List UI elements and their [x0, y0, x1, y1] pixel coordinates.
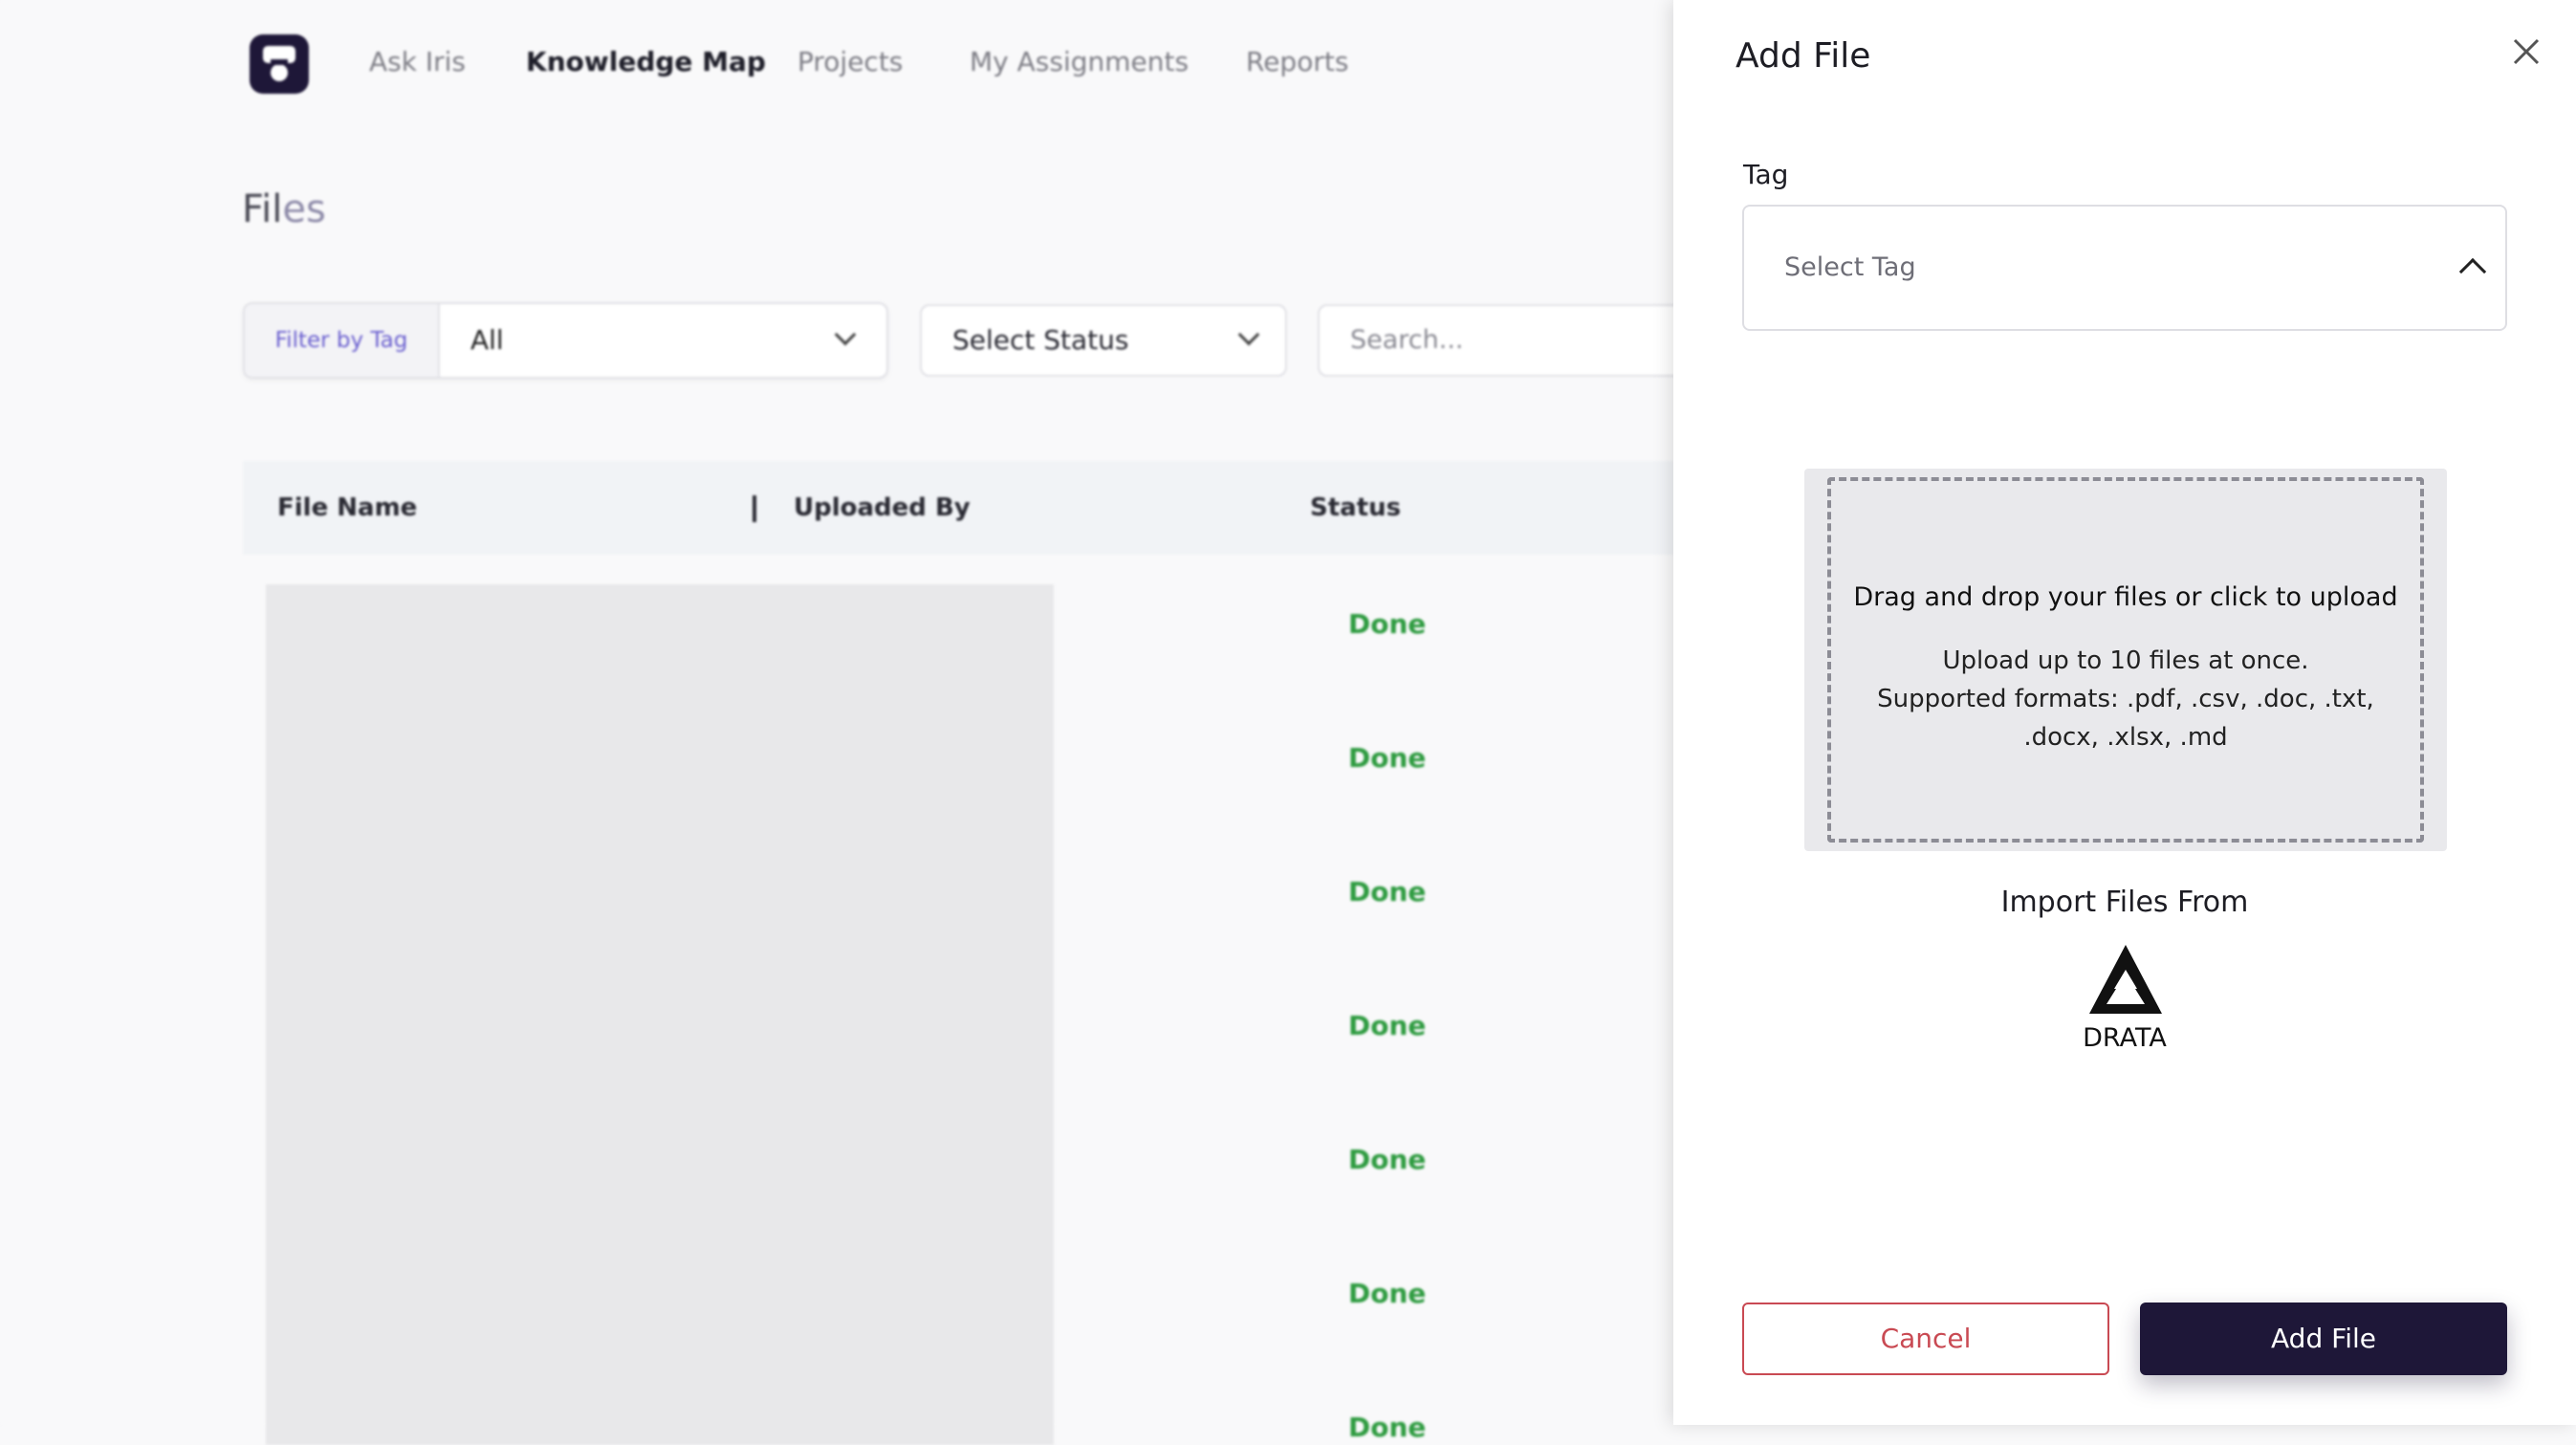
chevron-up-icon — [2458, 257, 2487, 286]
status-badge: Done — [1348, 608, 1427, 640]
nav-knowledge-map[interactable]: Knowledge Map — [526, 46, 766, 77]
status-badge: Done — [1348, 876, 1427, 908]
status-badge: Done — [1348, 1412, 1427, 1443]
nav-projects[interactable]: Projects — [797, 46, 903, 77]
files-page-background: Ask Iris Knowledge Map Projects My Assig… — [0, 0, 1700, 1445]
tag-select[interactable]: Select Tag — [1742, 205, 2507, 331]
page-title-fade: es — [282, 187, 326, 231]
table-header: File Name Uploaded By Status — [243, 461, 1696, 555]
drata-logo-icon[interactable] — [2085, 941, 2166, 1027]
nav-my-assignments[interactable]: My Assignments — [970, 46, 1189, 77]
close-icon[interactable] — [2507, 33, 2545, 71]
chevron-down-icon — [834, 323, 857, 346]
status-badge: Done — [1348, 1278, 1427, 1309]
loading-placeholder — [266, 584, 1054, 1445]
tag-select-placeholder: Select Tag — [1784, 252, 1916, 282]
page-title: Files — [242, 187, 326, 231]
column-file-name[interactable]: File Name — [277, 461, 417, 555]
tag-filter[interactable]: Filter by Tag All — [243, 302, 888, 379]
page-title-main: Fil — [242, 187, 283, 231]
status-select[interactable]: Select Status — [920, 304, 1287, 377]
drawer-title: Add File — [1736, 36, 1871, 76]
status-badge: Done — [1348, 1010, 1427, 1041]
filter-by-tag-label: Filter by Tag — [245, 304, 440, 377]
tag-field-label: Tag — [1743, 159, 1789, 190]
dropzone-help: Upload up to 10 files at once. Supported… — [1850, 642, 2401, 756]
dropzone-formats: Supported formats: .pdf, .csv, .doc, .tx… — [1877, 685, 2374, 752]
nav-ask-iris[interactable]: Ask Iris — [369, 46, 466, 77]
file-dropzone[interactable]: Drag and drop your files or click to upl… — [1804, 469, 2447, 851]
column-uploaded-by[interactable]: Uploaded By — [794, 461, 971, 555]
add-file-drawer: Add File Tag Select Tag Drag and drop yo… — [1673, 0, 2576, 1425]
chevron-down-icon — [1237, 323, 1260, 346]
iris-logo-icon[interactable] — [250, 34, 309, 94]
dropzone-heading: Drag and drop your files or click to upl… — [1853, 582, 2398, 612]
add-file-button[interactable]: Add File — [2140, 1303, 2507, 1375]
import-heading: Import Files From — [2000, 886, 2249, 919]
tag-filter-value: All — [470, 324, 504, 356]
cancel-button[interactable]: Cancel — [1742, 1303, 2109, 1375]
dropzone-border[interactable]: Drag and drop your files or click to upl… — [1827, 477, 2424, 843]
status-select-placeholder: Select Status — [952, 324, 1129, 356]
status-badge: Done — [1348, 1144, 1427, 1175]
search-input[interactable]: Search... — [1318, 304, 1700, 377]
nav-reports[interactable]: Reports — [1246, 46, 1348, 77]
search-placeholder: Search... — [1350, 325, 1464, 355]
dropzone-limit: Upload up to 10 files at once. — [1942, 646, 2309, 675]
status-badge: Done — [1348, 742, 1427, 774]
drata-label[interactable]: DRATA — [1673, 1023, 2576, 1053]
column-resize-handle[interactable] — [753, 495, 756, 522]
column-status[interactable]: Status — [1310, 461, 1401, 555]
